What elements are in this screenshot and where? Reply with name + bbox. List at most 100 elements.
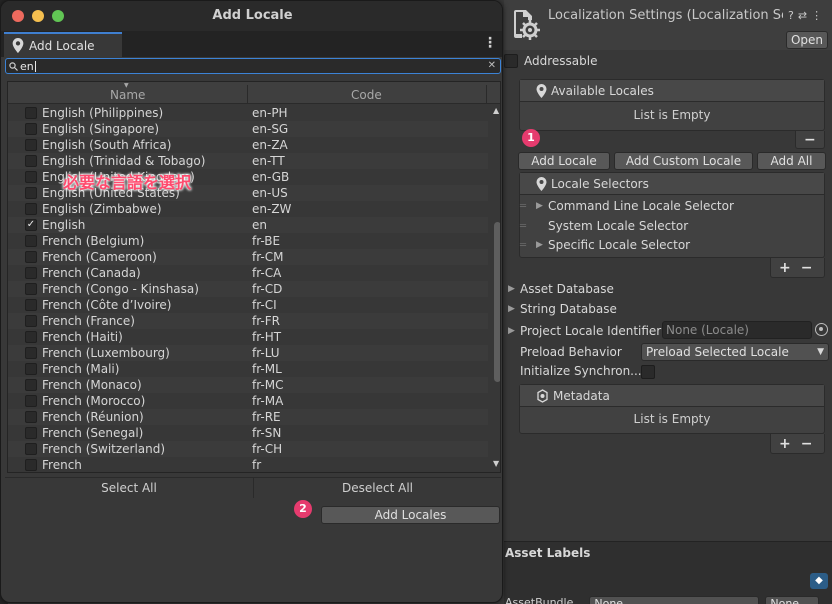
- project-locale-identifier-foldout[interactable]: ▶ Project Locale Identifier: [508, 322, 661, 340]
- add-locale-button[interactable]: Add Locale: [518, 152, 610, 170]
- table-row[interactable]: French (Monaco) fr-MC: [8, 377, 488, 393]
- locale-checkbox[interactable]: [25, 155, 37, 167]
- more-options-icon[interactable]: ⋮: [483, 35, 497, 51]
- table-row[interactable]: French (Switzerland) fr-CH: [8, 441, 488, 457]
- table-row[interactable]: French fr: [8, 457, 488, 472]
- more-options-icon[interactable]: ⋮: [811, 9, 822, 23]
- remove-metadata-button[interactable]: −: [801, 436, 813, 452]
- window-titlebar: Add Locale: [1, 1, 502, 31]
- table-row[interactable]: French (Canada) fr-CA: [8, 265, 488, 281]
- locale-checkbox[interactable]: [25, 267, 37, 279]
- column-divider[interactable]: [247, 85, 248, 103]
- locale-checkbox[interactable]: [25, 427, 37, 439]
- locale-checkbox[interactable]: [25, 347, 37, 359]
- selector-row-specific[interactable]: ═ ▶ Specific Locale Selector: [520, 236, 690, 254]
- table-row[interactable]: ✓ English en: [8, 217, 488, 233]
- locale-checkbox[interactable]: [25, 459, 37, 471]
- locale-checkbox[interactable]: [25, 395, 37, 407]
- deselect-all-button[interactable]: Deselect All: [254, 478, 501, 498]
- asset-database-foldout[interactable]: ▶ Asset Database: [508, 280, 614, 298]
- tag-icon[interactable]: ◆: [810, 573, 828, 589]
- locale-code: en: [252, 218, 267, 232]
- add-metadata-button[interactable]: +: [779, 436, 791, 452]
- add-custom-locale-button[interactable]: Add Custom Locale: [614, 152, 753, 170]
- column-header-code[interactable]: Code: [351, 88, 382, 102]
- table-row[interactable]: French (Luxembourg) fr-LU: [8, 345, 488, 361]
- asset-bundle-row: AssetBundle None None: [505, 596, 820, 604]
- initialize-sync-checkbox[interactable]: [641, 365, 655, 379]
- drag-handle-icon[interactable]: ═: [520, 201, 530, 212]
- locale-checkbox[interactable]: [25, 139, 37, 151]
- locale-checkbox[interactable]: [25, 443, 37, 455]
- header-icons: ? ⇄ ⋮: [788, 9, 822, 23]
- locale-checkbox[interactable]: [25, 251, 37, 263]
- locale-checkbox[interactable]: [25, 171, 37, 183]
- table-row[interactable]: French (France) fr-FR: [8, 313, 488, 329]
- clear-search-icon[interactable]: ✕: [488, 59, 496, 73]
- locale-checkbox[interactable]: ✓: [25, 219, 37, 231]
- object-picker-icon[interactable]: [815, 323, 828, 336]
- drag-handle-icon[interactable]: ═: [520, 240, 530, 251]
- locale-code: fr: [252, 458, 262, 472]
- table-row[interactable]: French (Mali) fr-ML: [8, 361, 488, 377]
- locale-name: English (South Africa): [42, 138, 172, 152]
- locale-table: ▼ Name Code English (Philippines) en-PH En…: [7, 81, 501, 473]
- drag-handle-icon[interactable]: ═: [520, 221, 530, 232]
- locale-checkbox[interactable]: [25, 331, 37, 343]
- table-row[interactable]: French (Réunion) fr-RE: [8, 409, 488, 425]
- add-selector-button[interactable]: +: [779, 260, 791, 276]
- locale-checkbox[interactable]: [25, 203, 37, 215]
- table-row[interactable]: English (Singapore) en-SG: [8, 121, 488, 137]
- help-icon[interactable]: ?: [788, 9, 794, 23]
- table-row[interactable]: English (Trinidad & Tobago) en-TT: [8, 153, 488, 169]
- locale-checkbox[interactable]: [25, 123, 37, 135]
- scroll-down-icon[interactable]: ▼: [493, 459, 499, 468]
- selector-row-system[interactable]: ═ System Locale Selector: [520, 217, 688, 235]
- asset-bundle-variant-dropdown[interactable]: None: [765, 596, 820, 604]
- table-row[interactable]: French (Morocco) fr-MA: [8, 393, 488, 409]
- available-locales-list: Available Locales List is Empty: [519, 79, 825, 131]
- locale-checkbox[interactable]: [25, 315, 37, 327]
- locale-checkbox[interactable]: [25, 299, 37, 311]
- settings-sliders-icon[interactable]: ⇄: [798, 9, 807, 23]
- search-value: en: [20, 59, 34, 73]
- locale-checkbox[interactable]: [25, 283, 37, 295]
- locale-checkbox[interactable]: [25, 235, 37, 247]
- column-divider[interactable]: [486, 85, 487, 103]
- column-header-name[interactable]: Name: [110, 88, 145, 102]
- locale-checkbox[interactable]: [25, 379, 37, 391]
- tab-add-locale[interactable]: Add Locale: [4, 32, 122, 57]
- select-all-button[interactable]: Select All: [5, 478, 253, 498]
- selector-row-command-line[interactable]: ═ ▶ Command Line Locale Selector: [520, 197, 734, 215]
- expand-triangle-icon[interactable]: ▶: [536, 201, 548, 211]
- locale-checkbox[interactable]: [25, 107, 37, 119]
- locale-checkbox[interactable]: [25, 363, 37, 375]
- table-row[interactable]: French (Congo - Kinshasa) fr-CD: [8, 281, 488, 297]
- locale-checkbox[interactable]: [25, 187, 37, 199]
- locale-checkbox[interactable]: [25, 411, 37, 423]
- expand-triangle-icon[interactable]: ▶: [536, 240, 548, 250]
- add-all-button[interactable]: Add All: [757, 152, 826, 170]
- available-locales-title: Available Locales: [551, 83, 654, 98]
- table-row[interactable]: French (Belgium) fr-BE: [8, 233, 488, 249]
- preload-behavior-dropdown[interactable]: Preload Selected Locale ▼: [641, 343, 829, 361]
- table-row[interactable]: English (South Africa) en-ZA: [8, 137, 488, 153]
- search-input[interactable]: en ✕: [5, 58, 501, 74]
- add-locales-button[interactable]: Add Locales: [321, 506, 500, 524]
- table-row[interactable]: French (Cameroon) fr-CM: [8, 249, 488, 265]
- string-database-foldout[interactable]: ▶ String Database: [508, 300, 617, 318]
- table-row[interactable]: French (Senegal) fr-SN: [8, 425, 488, 441]
- scrollbar-thumb[interactable]: [494, 222, 500, 382]
- table-row[interactable]: French (Haiti) fr-HT: [8, 329, 488, 345]
- table-row[interactable]: French (Côte d’Ivoire) fr-CI: [8, 297, 488, 313]
- scroll-up-icon[interactable]: ▲: [493, 106, 499, 115]
- open-button[interactable]: Open: [786, 31, 828, 49]
- table-row[interactable]: English (Zimbabwe) en-ZW: [8, 201, 488, 217]
- project-locale-field[interactable]: None (Locale): [662, 321, 812, 339]
- remove-selector-button[interactable]: −: [801, 260, 813, 276]
- addressable-checkbox[interactable]: [504, 54, 518, 68]
- remove-locale-button[interactable]: −: [804, 132, 816, 148]
- table-scrollbar[interactable]: ▲ ▼: [492, 104, 500, 472]
- asset-bundle-dropdown[interactable]: None: [589, 596, 760, 604]
- table-row[interactable]: English (Philippines) en-PH: [8, 105, 488, 121]
